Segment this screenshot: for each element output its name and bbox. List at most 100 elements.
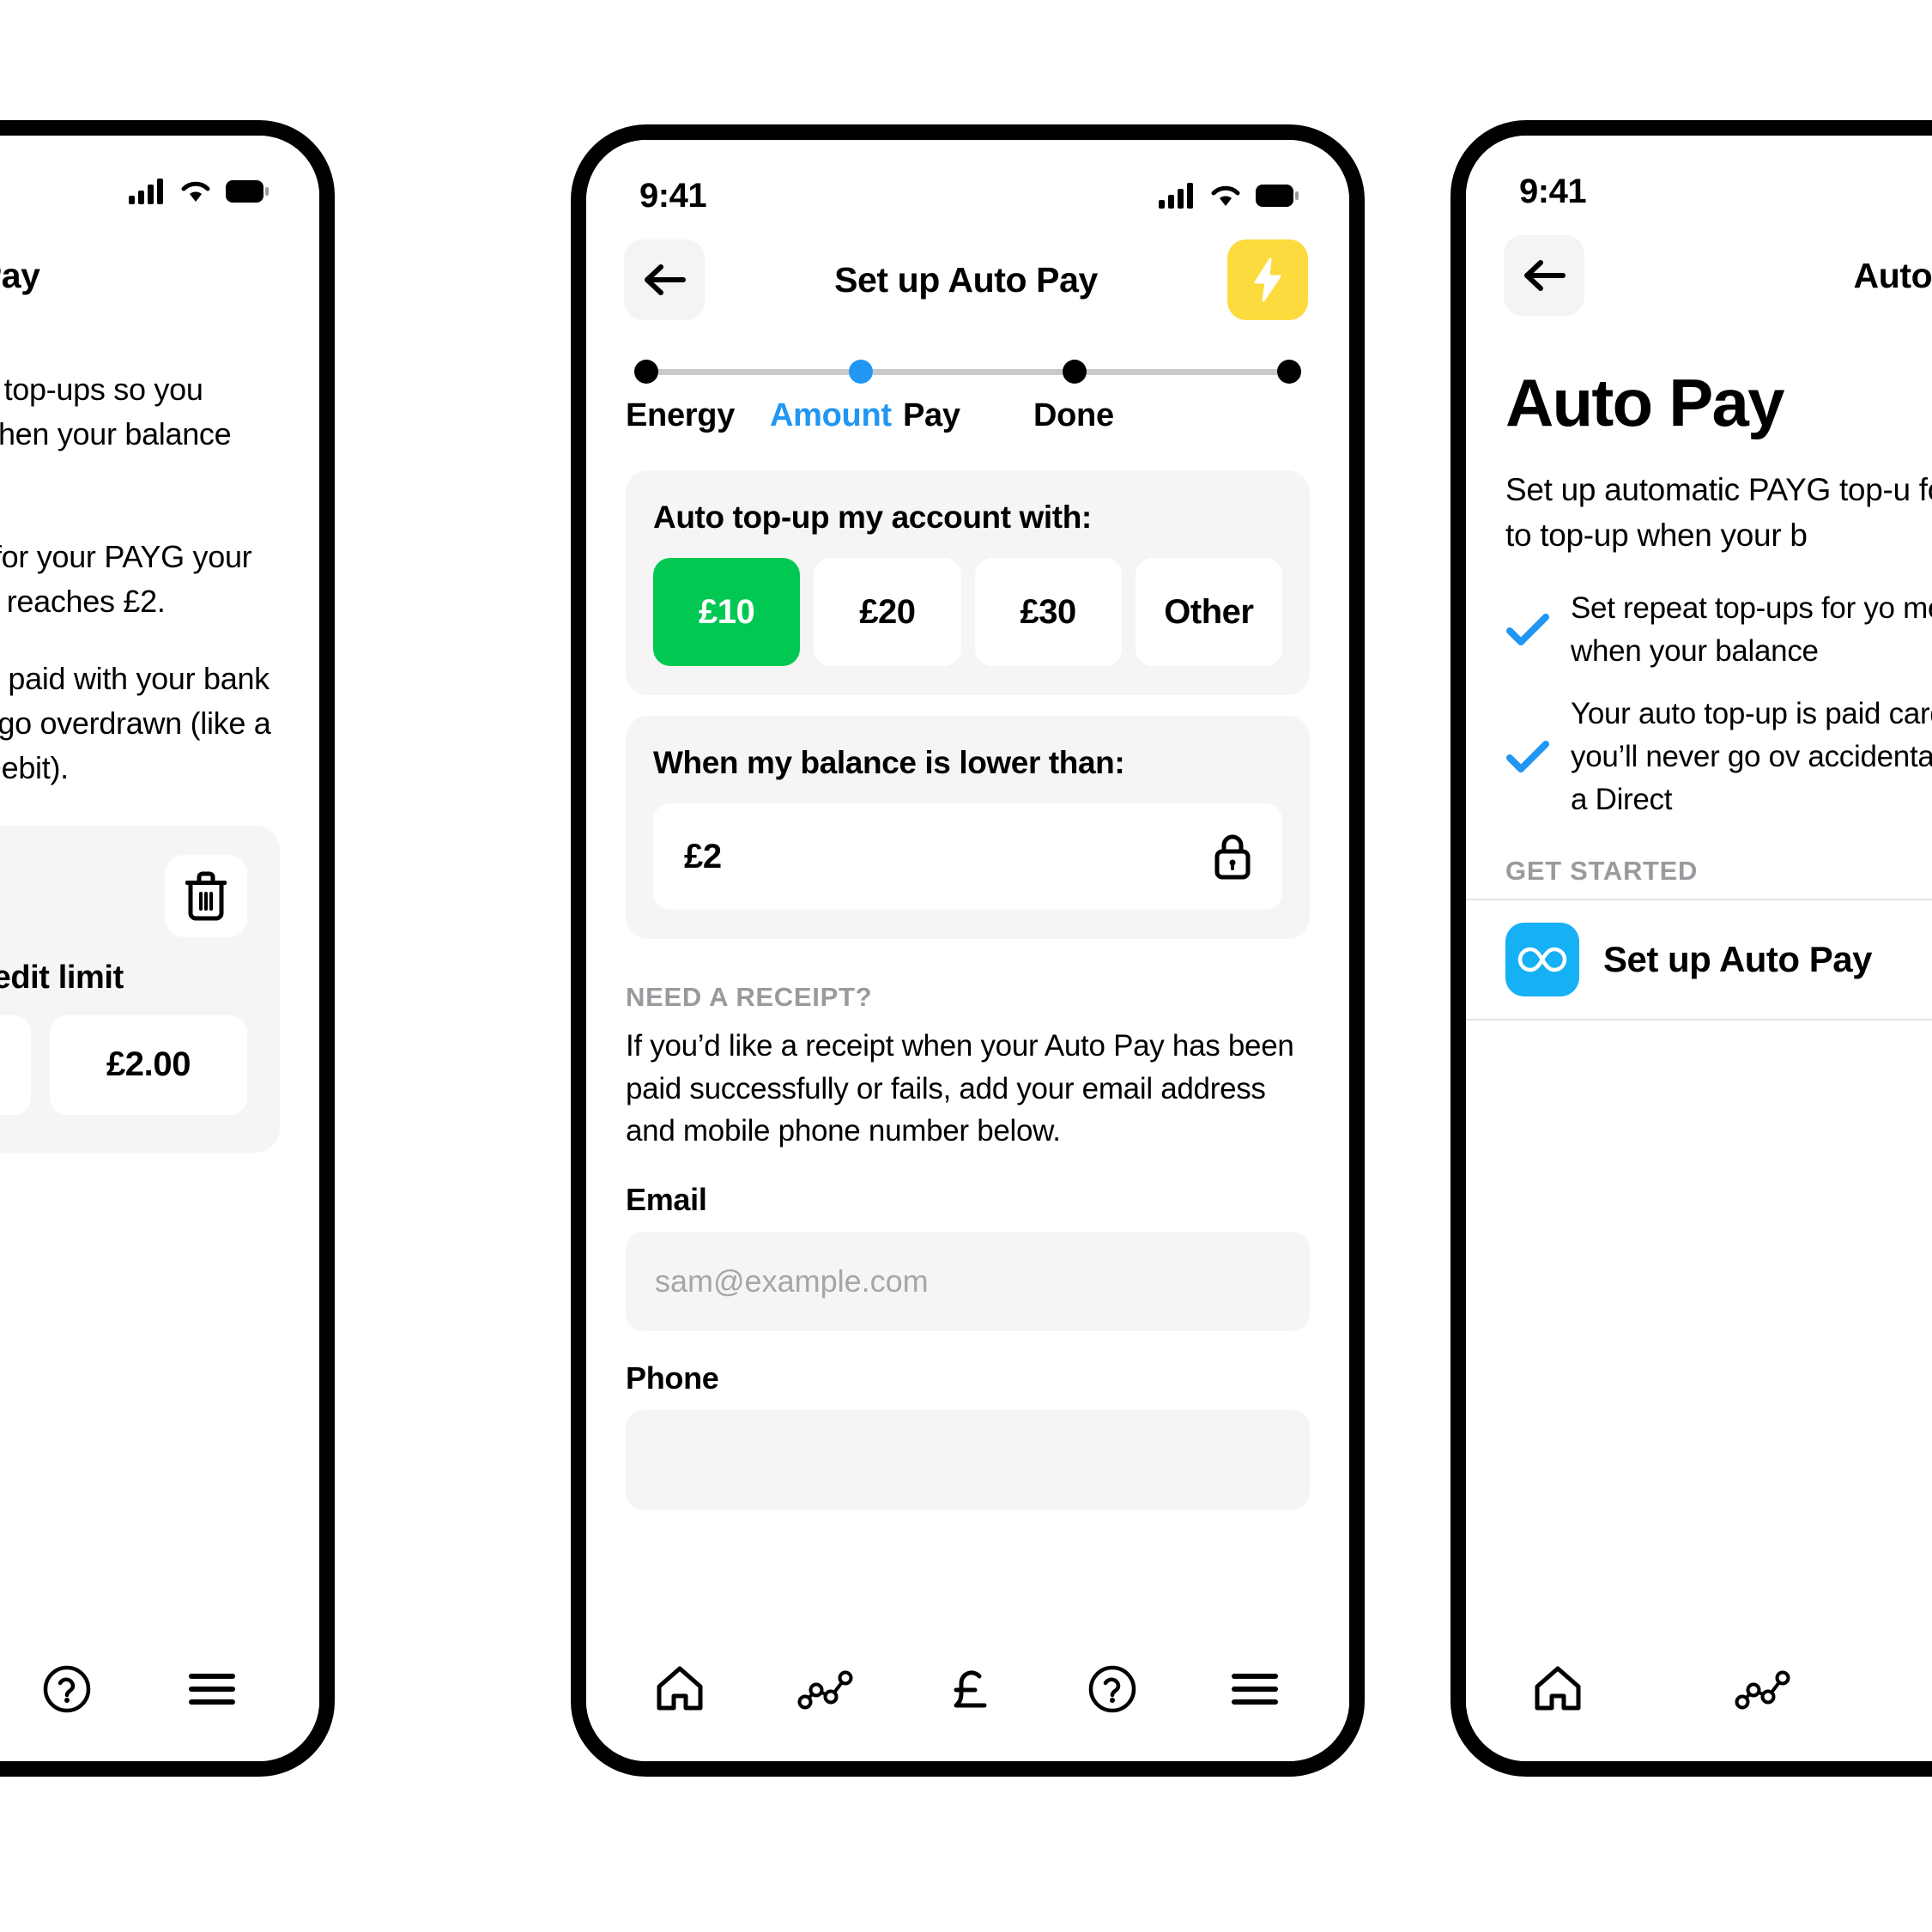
center-navbar: Set up Auto Pay — [586, 219, 1349, 322]
tab-menu[interactable] — [186, 1671, 238, 1707]
phone-input[interactable] — [626, 1410, 1310, 1511]
step-label-amount: Amount — [770, 397, 892, 433]
amount-option-other[interactable]: Other — [1135, 558, 1282, 666]
cellular-icon — [129, 179, 163, 204]
infinity-icon-wrapper — [1505, 922, 1579, 996]
threshold-card: When my balance is lower than: £2 — [626, 716, 1310, 939]
step-line-1 — [658, 368, 849, 375]
credit-limit-field-left[interactable] — [0, 1014, 31, 1115]
list-item: Set repeat top-ups for yo meter when you… — [1505, 587, 1932, 672]
step-label-pay: Pay — [903, 397, 960, 433]
phone-left: Auto Pay c PAYG top-ups so you never whe… — [0, 120, 335, 1777]
credit-limit-field-right[interactable]: £2.00 — [50, 1014, 247, 1115]
bolt-icon — [1254, 257, 1281, 302]
wifi-icon — [1211, 185, 1240, 206]
right-tabbar — [1466, 1617, 1932, 1761]
battery-icon — [226, 180, 269, 203]
home-icon — [1535, 1666, 1581, 1711]
tab-usage[interactable] — [796, 1668, 855, 1711]
left-nav-spacer — [197, 235, 278, 316]
back-arrow-icon — [1524, 260, 1566, 291]
left-tabbar — [0, 1617, 319, 1761]
screenshot-stage: Auto Pay c PAYG top-ups so you never whe… — [0, 0, 1932, 1932]
phone-center: 9:41 Set up Auto Pay Energy Amount Pay D… — [571, 124, 1365, 1777]
infinity-icon — [1517, 947, 1567, 972]
tab-usage[interactable] — [1734, 1668, 1792, 1711]
topup-card-title: Auto top-up my account with: — [653, 500, 1092, 535]
tab-home[interactable] — [655, 1665, 705, 1713]
receipt-body: If you’d like a receipt when your Auto P… — [626, 1029, 1294, 1148]
back-button[interactable] — [1504, 235, 1584, 316]
phone-right: 9:41 Auto Pay Auto Pay Set up automatic … — [1451, 120, 1932, 1777]
threshold-card-title: When my balance is lower than: — [653, 745, 1125, 780]
right-page-title: Auto Pay — [1505, 365, 1784, 440]
right-intro: Set up automatic PAYG top-u forget to to… — [1505, 472, 1932, 553]
delete-button[interactable] — [165, 854, 247, 937]
left-paragraph-1: c PAYG top-ups so you never when your ba… — [0, 372, 232, 452]
step-label-done: Done — [1033, 397, 1114, 433]
pound-icon — [954, 1670, 987, 1708]
credit-limit-fields: £2.00 — [0, 1014, 247, 1115]
center-screen: 9:41 Set up Auto Pay Energy Amount Pay D… — [586, 140, 1349, 1761]
progress-stepper: Energy Amount Pay Done — [586, 322, 1349, 434]
tab-help[interactable] — [1087, 1664, 1137, 1714]
cellular-icon — [1159, 183, 1193, 209]
step-line-3 — [1087, 368, 1278, 375]
right-nav-title: Auto Pay — [1853, 255, 1932, 295]
battery-icon — [1256, 185, 1299, 207]
stepper-labels: Energy Amount Pay Done — [626, 397, 1310, 434]
step-dot-done[interactable] — [1277, 360, 1302, 384]
help-icon — [43, 1665, 91, 1713]
receipt-section: NEED A RECEIPT? If you’d like a receipt … — [586, 960, 1349, 1511]
credit-limit-label: Credit limit — [0, 959, 124, 996]
check-icon — [1506, 740, 1549, 772]
step-label-energy: Energy — [626, 397, 736, 433]
amount-option-10[interactable]: £10 — [653, 558, 801, 666]
menu-icon — [1232, 1674, 1279, 1705]
status-icons — [129, 179, 270, 204]
left-screen: Auto Pay c PAYG top-ups so you never whe… — [0, 136, 319, 1761]
list-item-label: Set repeat top-ups for yo meter when you… — [1571, 591, 1932, 668]
amount-option-30[interactable]: £30 — [974, 558, 1122, 666]
step-line-2 — [872, 368, 1063, 375]
status-time: 9:41 — [639, 176, 707, 215]
home-icon — [657, 1666, 703, 1711]
setup-auto-pay-label: Set up Auto Pay — [1603, 938, 1872, 979]
threshold-value: £2 — [684, 837, 722, 875]
tab-payments[interactable] — [947, 1664, 995, 1714]
center-tabbar — [586, 1617, 1349, 1761]
help-icon — [1088, 1665, 1136, 1713]
trash-icon — [185, 871, 227, 920]
back-button[interactable] — [624, 239, 705, 320]
wifi-icon — [181, 181, 210, 202]
stepper-track — [626, 360, 1310, 384]
threshold-field[interactable]: £2 — [653, 803, 1282, 910]
setup-auto-pay-row[interactable]: Set up Auto Pay — [1466, 898, 1932, 1021]
right-navbar: Auto Pay — [1466, 215, 1932, 318]
tab-home[interactable] — [1533, 1665, 1583, 1713]
status-icons — [1159, 183, 1299, 209]
email-input[interactable] — [626, 1232, 1310, 1332]
usage-chart-icon — [797, 1670, 853, 1710]
list-item-label: Your auto top-up is paid card, so you’ll… — [1571, 697, 1932, 816]
step-dot-amount[interactable] — [848, 360, 873, 384]
topup-amount-card: Auto top-up my account with: £10 £20 £30… — [626, 470, 1310, 695]
left-navbar: Auto Pay — [0, 215, 319, 318]
usage-chart-icon — [1735, 1670, 1790, 1710]
page-title: Set up Auto Pay — [834, 259, 1098, 300]
status-time: 9:41 — [1519, 172, 1587, 210]
left-paragraph-3: op-up is paid with your bank ll never go… — [0, 660, 271, 786]
step-dot-pay[interactable] — [1063, 360, 1087, 384]
step-dot-energy[interactable] — [634, 360, 658, 384]
menu-icon — [189, 1674, 235, 1705]
left-status-bar — [0, 136, 319, 215]
boost-button[interactable] — [1226, 239, 1308, 320]
right-status-bar: 9:41 — [1466, 136, 1932, 215]
tab-help[interactable] — [42, 1664, 92, 1714]
email-label: Email — [626, 1182, 707, 1218]
tab-menu[interactable] — [1229, 1671, 1281, 1707]
lock-icon — [1214, 834, 1251, 880]
amount-options: £10 £20 £30 Other — [653, 558, 1282, 666]
amount-option-20[interactable]: £20 — [814, 558, 961, 666]
list-item: Your auto top-up is paid card, so you’ll… — [1505, 693, 1932, 821]
